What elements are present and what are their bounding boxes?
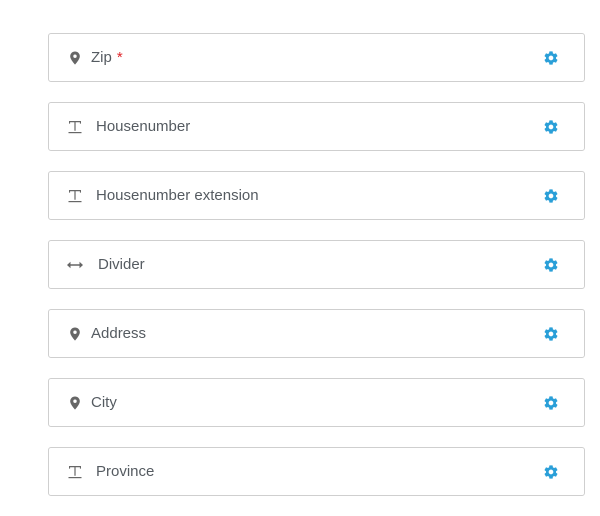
map-pin-icon xyxy=(65,34,85,81)
map-pin-icon xyxy=(65,310,85,357)
field-label-text: Zip xyxy=(91,49,112,66)
field-row-housenumber-extension[interactable]: Housenumber extension xyxy=(48,171,585,220)
field-label: Province xyxy=(96,463,155,480)
field-label: City xyxy=(91,394,117,411)
field-row-housenumber[interactable]: Housenumber xyxy=(48,102,585,151)
text-field-icon xyxy=(65,103,85,150)
gear-icon[interactable] xyxy=(542,379,560,426)
field-label: Address xyxy=(91,325,147,342)
field-row-address[interactable]: Address xyxy=(48,309,585,358)
gear-icon[interactable] xyxy=(542,172,560,219)
field-row-city[interactable]: City xyxy=(48,378,585,427)
field-label: Divider xyxy=(98,256,145,273)
gear-icon[interactable] xyxy=(542,103,560,150)
field-row-divider[interactable]: Divider xyxy=(48,240,585,289)
gear-icon[interactable] xyxy=(542,34,560,81)
divider-arrows-icon xyxy=(65,241,85,288)
gear-icon[interactable] xyxy=(542,448,560,495)
gear-icon[interactable] xyxy=(542,310,560,357)
required-asterisk: * xyxy=(116,49,123,66)
field-label: Zip * xyxy=(91,34,123,81)
field-row-zip[interactable]: Zip * xyxy=(48,33,585,82)
gear-icon[interactable] xyxy=(542,241,560,288)
form-field-list: Zip * Housenumber Housenumber extension D… xyxy=(48,33,585,516)
text-field-icon xyxy=(65,172,85,219)
field-label: Housenumber xyxy=(96,118,191,135)
map-pin-icon xyxy=(65,379,85,426)
text-field-icon xyxy=(65,448,85,495)
field-row-province[interactable]: Province xyxy=(48,447,585,496)
field-label: Housenumber extension xyxy=(96,187,259,204)
